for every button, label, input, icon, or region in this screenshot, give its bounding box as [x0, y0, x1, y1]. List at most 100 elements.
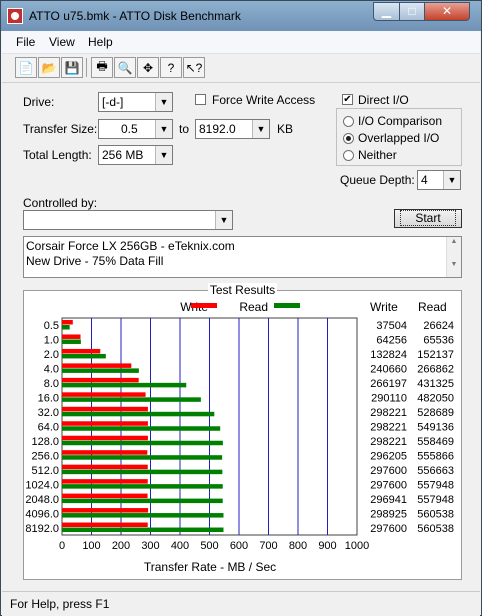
y-tick-label: 8192.0 [25, 523, 59, 535]
read-bar [62, 426, 221, 431]
title-bar[interactable]: ATTO u75.bmk - ATTO Disk Benchmark ▁ □ ✕ [1, 1, 481, 31]
read-value-label: 65536 [423, 335, 454, 347]
read-bar [62, 440, 223, 446]
y-tick-label: 4096.0 [25, 508, 59, 520]
total-length-value: 256 MB [102, 148, 144, 162]
neither-label: Neither [358, 148, 397, 162]
read-bar [62, 382, 187, 388]
read-bar [62, 397, 201, 402]
save-icon[interactable]: 💾 [61, 57, 83, 78]
write-value-label: 297600 [370, 523, 407, 535]
write-value-label: 132824 [370, 349, 407, 361]
controlled-by-select[interactable]: ▼ [23, 210, 233, 230]
chevron-down-icon: ▼ [252, 120, 269, 138]
new-icon[interactable]: 📄 [15, 57, 37, 78]
read-value-label: 560538 [417, 508, 454, 520]
minimize-button[interactable]: ▁ [373, 2, 400, 21]
y-tick-label: 0.5 [44, 320, 59, 332]
chevron-down-icon: ▼ [155, 146, 172, 164]
write-bar [62, 464, 148, 470]
y-tick-label: 2.0 [44, 349, 59, 361]
context-help-icon[interactable]: ↖? [183, 57, 205, 78]
status-text: For Help, press F1 [10, 597, 110, 611]
y-tick-label: 128.0 [31, 436, 59, 448]
textarea-scrollbar[interactable]: ▲ ▼ [446, 237, 461, 277]
read-value-label: 549136 [417, 422, 454, 434]
write-value-label: 296205 [370, 450, 407, 462]
direct-io-label: Direct I/O [358, 93, 409, 107]
read-value-label: 557948 [417, 494, 454, 506]
y-tick-label: 16.0 [38, 393, 59, 405]
total-length-select[interactable]: 256 MB ▼ [98, 145, 173, 165]
write-value-label: 290110 [371, 393, 407, 405]
read-value-label: 528689 [417, 407, 454, 419]
read-legend-swatch [274, 303, 300, 308]
atto-app-icon [7, 8, 23, 24]
write-value-label: 298221 [370, 407, 407, 419]
print-preview-icon[interactable]: 🔍 [114, 57, 136, 78]
write-value-label: 297600 [370, 465, 407, 477]
read-bar [62, 527, 224, 533]
io-comparison-label: I/O Comparison [358, 114, 443, 128]
read-column-header: Read [418, 300, 447, 314]
print-icon[interactable]: 🖶 [91, 57, 113, 78]
kb-label: KB [277, 122, 294, 136]
write-value-label: 298925 [370, 508, 407, 520]
menu-help[interactable]: Help [88, 35, 113, 49]
menu-bar: File View Help [2, 31, 480, 54]
drive-value: [-d-] [102, 95, 124, 109]
read-value-label: 558469 [417, 436, 454, 448]
total-length-label: Total Length: [23, 148, 92, 162]
write-value-label: 37504 [376, 320, 407, 332]
x-tick-label: 0 [59, 540, 65, 552]
move-icon[interactable]: ✥ [137, 57, 159, 78]
maximize-button[interactable]: □ [399, 2, 425, 21]
queue-depth-value: 4 [421, 173, 428, 187]
write-bar [62, 320, 73, 325]
queue-depth-select[interactable]: 4 ▼ [417, 170, 461, 190]
x-tick-label: 1000 [345, 540, 369, 552]
drive-select[interactable]: [-d-] ▼ [98, 92, 173, 112]
description-textarea[interactable]: Corsair Force LX 256GB - eTeknix.com New… [23, 236, 462, 278]
read-value-label: 557948 [417, 479, 454, 491]
write-bar [62, 450, 148, 455]
toolbar: 📄 📂 💾 🖶 🔍 ✥ ? ↖? [2, 54, 480, 83]
menu-file[interactable]: File [16, 35, 35, 49]
help-icon[interactable]: ? [160, 57, 182, 78]
menu-view[interactable]: View [49, 35, 75, 49]
transfer-size-from-select[interactable]: 0.5 ▼ [98, 119, 173, 139]
write-value-label: 266197 [370, 378, 407, 390]
y-tick-label: 2048.0 [25, 494, 59, 506]
write-bar [62, 406, 148, 412]
read-bar [62, 353, 106, 359]
read-bar [62, 368, 139, 373]
read-value-label: 482050 [417, 393, 454, 405]
transfer-size-to-value: 8192.0 [199, 122, 236, 136]
to-label: to [179, 122, 190, 136]
read-bar [62, 498, 223, 504]
overlapped-io-radio[interactable] [343, 133, 354, 144]
direct-io-checkbox[interactable]: ✔ [342, 94, 353, 105]
write-value-label: 297600 [370, 479, 407, 491]
close-button[interactable]: ✕ [424, 2, 470, 21]
write-bar [62, 421, 148, 426]
x-tick-label: 200 [112, 540, 130, 552]
write-value-label: 298221 [370, 422, 407, 434]
app-window: ATTO u75.bmk - ATTO Disk Benchmark ▁ □ ✕… [0, 0, 482, 616]
transfer-size-to-select[interactable]: 8192.0 ▼ [195, 119, 270, 139]
read-bar [62, 339, 81, 344]
force-write-label: Force Write Access [212, 93, 316, 107]
write-value-label: 296941 [370, 494, 407, 506]
force-write-checkbox[interactable] [195, 94, 206, 105]
y-tick-label: 1.0 [44, 335, 59, 347]
io-comparison-radio[interactable] [343, 116, 354, 127]
start-button[interactable]: Start [394, 209, 462, 228]
x-tick-label: 100 [82, 540, 100, 552]
neither-radio[interactable] [343, 150, 354, 161]
y-tick-label: 1024.0 [25, 479, 59, 491]
open-icon[interactable]: 📂 [38, 57, 60, 78]
drive-label: Drive: [23, 95, 55, 109]
read-bar [62, 484, 223, 489]
write-column-header: Write [370, 300, 398, 314]
x-tick-label: 800 [289, 540, 307, 552]
